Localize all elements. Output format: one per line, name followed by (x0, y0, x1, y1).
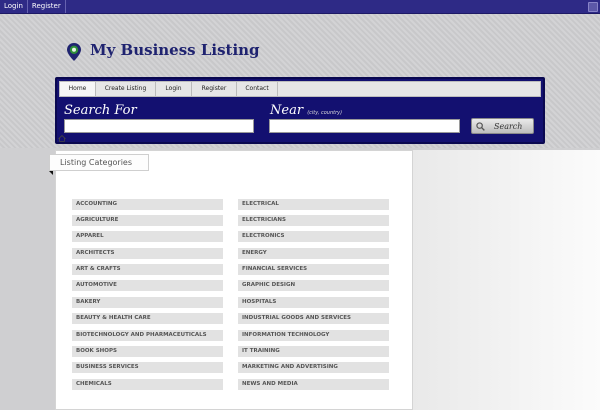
category-link[interactable]: ELECTRONICS (238, 231, 389, 242)
category-link[interactable]: BEAUTY & HEALTH CARE (72, 313, 223, 324)
category-link[interactable]: INDUSTRIAL GOODS AND SERVICES (238, 313, 389, 324)
category-link[interactable]: ART & CRAFTS (72, 264, 223, 275)
category-link[interactable]: AUTOMOTIVE (72, 280, 223, 291)
site-logo[interactable]: My Business Listing (90, 41, 260, 59)
listing-categories-title: Listing Categories (49, 154, 149, 171)
category-link[interactable]: ARCHITECTS (72, 248, 223, 259)
near-label: Near (city, country) (270, 103, 342, 118)
tab-create-listing[interactable]: Create Listing (96, 82, 156, 96)
category-link[interactable]: BAKERY (72, 297, 223, 308)
category-link[interactable]: HOSPITALS (238, 297, 389, 308)
near-input[interactable] (269, 119, 460, 133)
category-link[interactable]: BOOK SHOPS (72, 346, 223, 357)
tab-register[interactable]: Register (192, 82, 237, 96)
category-link[interactable]: CHEMICALS (72, 379, 223, 390)
category-link[interactable]: APPAREL (72, 231, 223, 242)
category-link[interactable]: BIOTECHNOLOGY AND PHARMACEUTICALS (72, 330, 223, 341)
category-link[interactable]: GRAPHIC DESIGN (238, 280, 389, 291)
tab-login[interactable]: Login (156, 82, 192, 96)
near-label-text: Near (270, 103, 304, 118)
tab-fold-decoration (49, 171, 53, 175)
category-link[interactable]: AGRICULTURE (72, 215, 223, 226)
category-link[interactable]: BUSINESS SERVICES (72, 362, 223, 373)
top-bar: Login Register (0, 0, 600, 14)
category-link[interactable]: ELECTRICAL (238, 199, 389, 210)
site-header: My Business Listing Home Create Listing … (0, 14, 600, 148)
category-link[interactable]: IT TRAINING (238, 346, 389, 357)
nav-bar-fill (277, 81, 541, 97)
search-for-label: Search For (64, 103, 137, 118)
sidebar (413, 150, 600, 410)
top-register-link[interactable]: Register (28, 0, 66, 13)
category-link[interactable]: MARKETING AND ADVERTISING (238, 362, 389, 373)
category-link[interactable]: ENERGY (238, 248, 389, 259)
nav-search-panel: Home Create Listing Login Register Conta… (55, 77, 545, 144)
home-icon[interactable] (58, 135, 66, 142)
search-for-input[interactable] (64, 119, 254, 133)
category-link[interactable]: FINANCIAL SERVICES (238, 264, 389, 275)
near-hint: (city, country) (307, 110, 343, 116)
search-button[interactable]: Search (471, 118, 534, 134)
category-link[interactable]: INFORMATION TECHNOLOGY (238, 330, 389, 341)
tab-home[interactable]: Home (60, 82, 96, 96)
magnifier-icon (476, 122, 485, 131)
nav-bar: Home Create Listing Login Register Conta… (59, 81, 279, 97)
menu-corner-icon[interactable] (588, 2, 598, 12)
search-button-label: Search (494, 122, 523, 131)
category-link[interactable]: NEWS AND MEDIA (238, 379, 389, 390)
tab-contact[interactable]: Contact (237, 82, 278, 96)
category-link[interactable]: ELECTRICIANS (238, 215, 389, 226)
top-login-link[interactable]: Login (0, 0, 28, 13)
map-pin-icon (67, 43, 81, 61)
category-link[interactable]: ACCOUNTING (72, 199, 223, 210)
